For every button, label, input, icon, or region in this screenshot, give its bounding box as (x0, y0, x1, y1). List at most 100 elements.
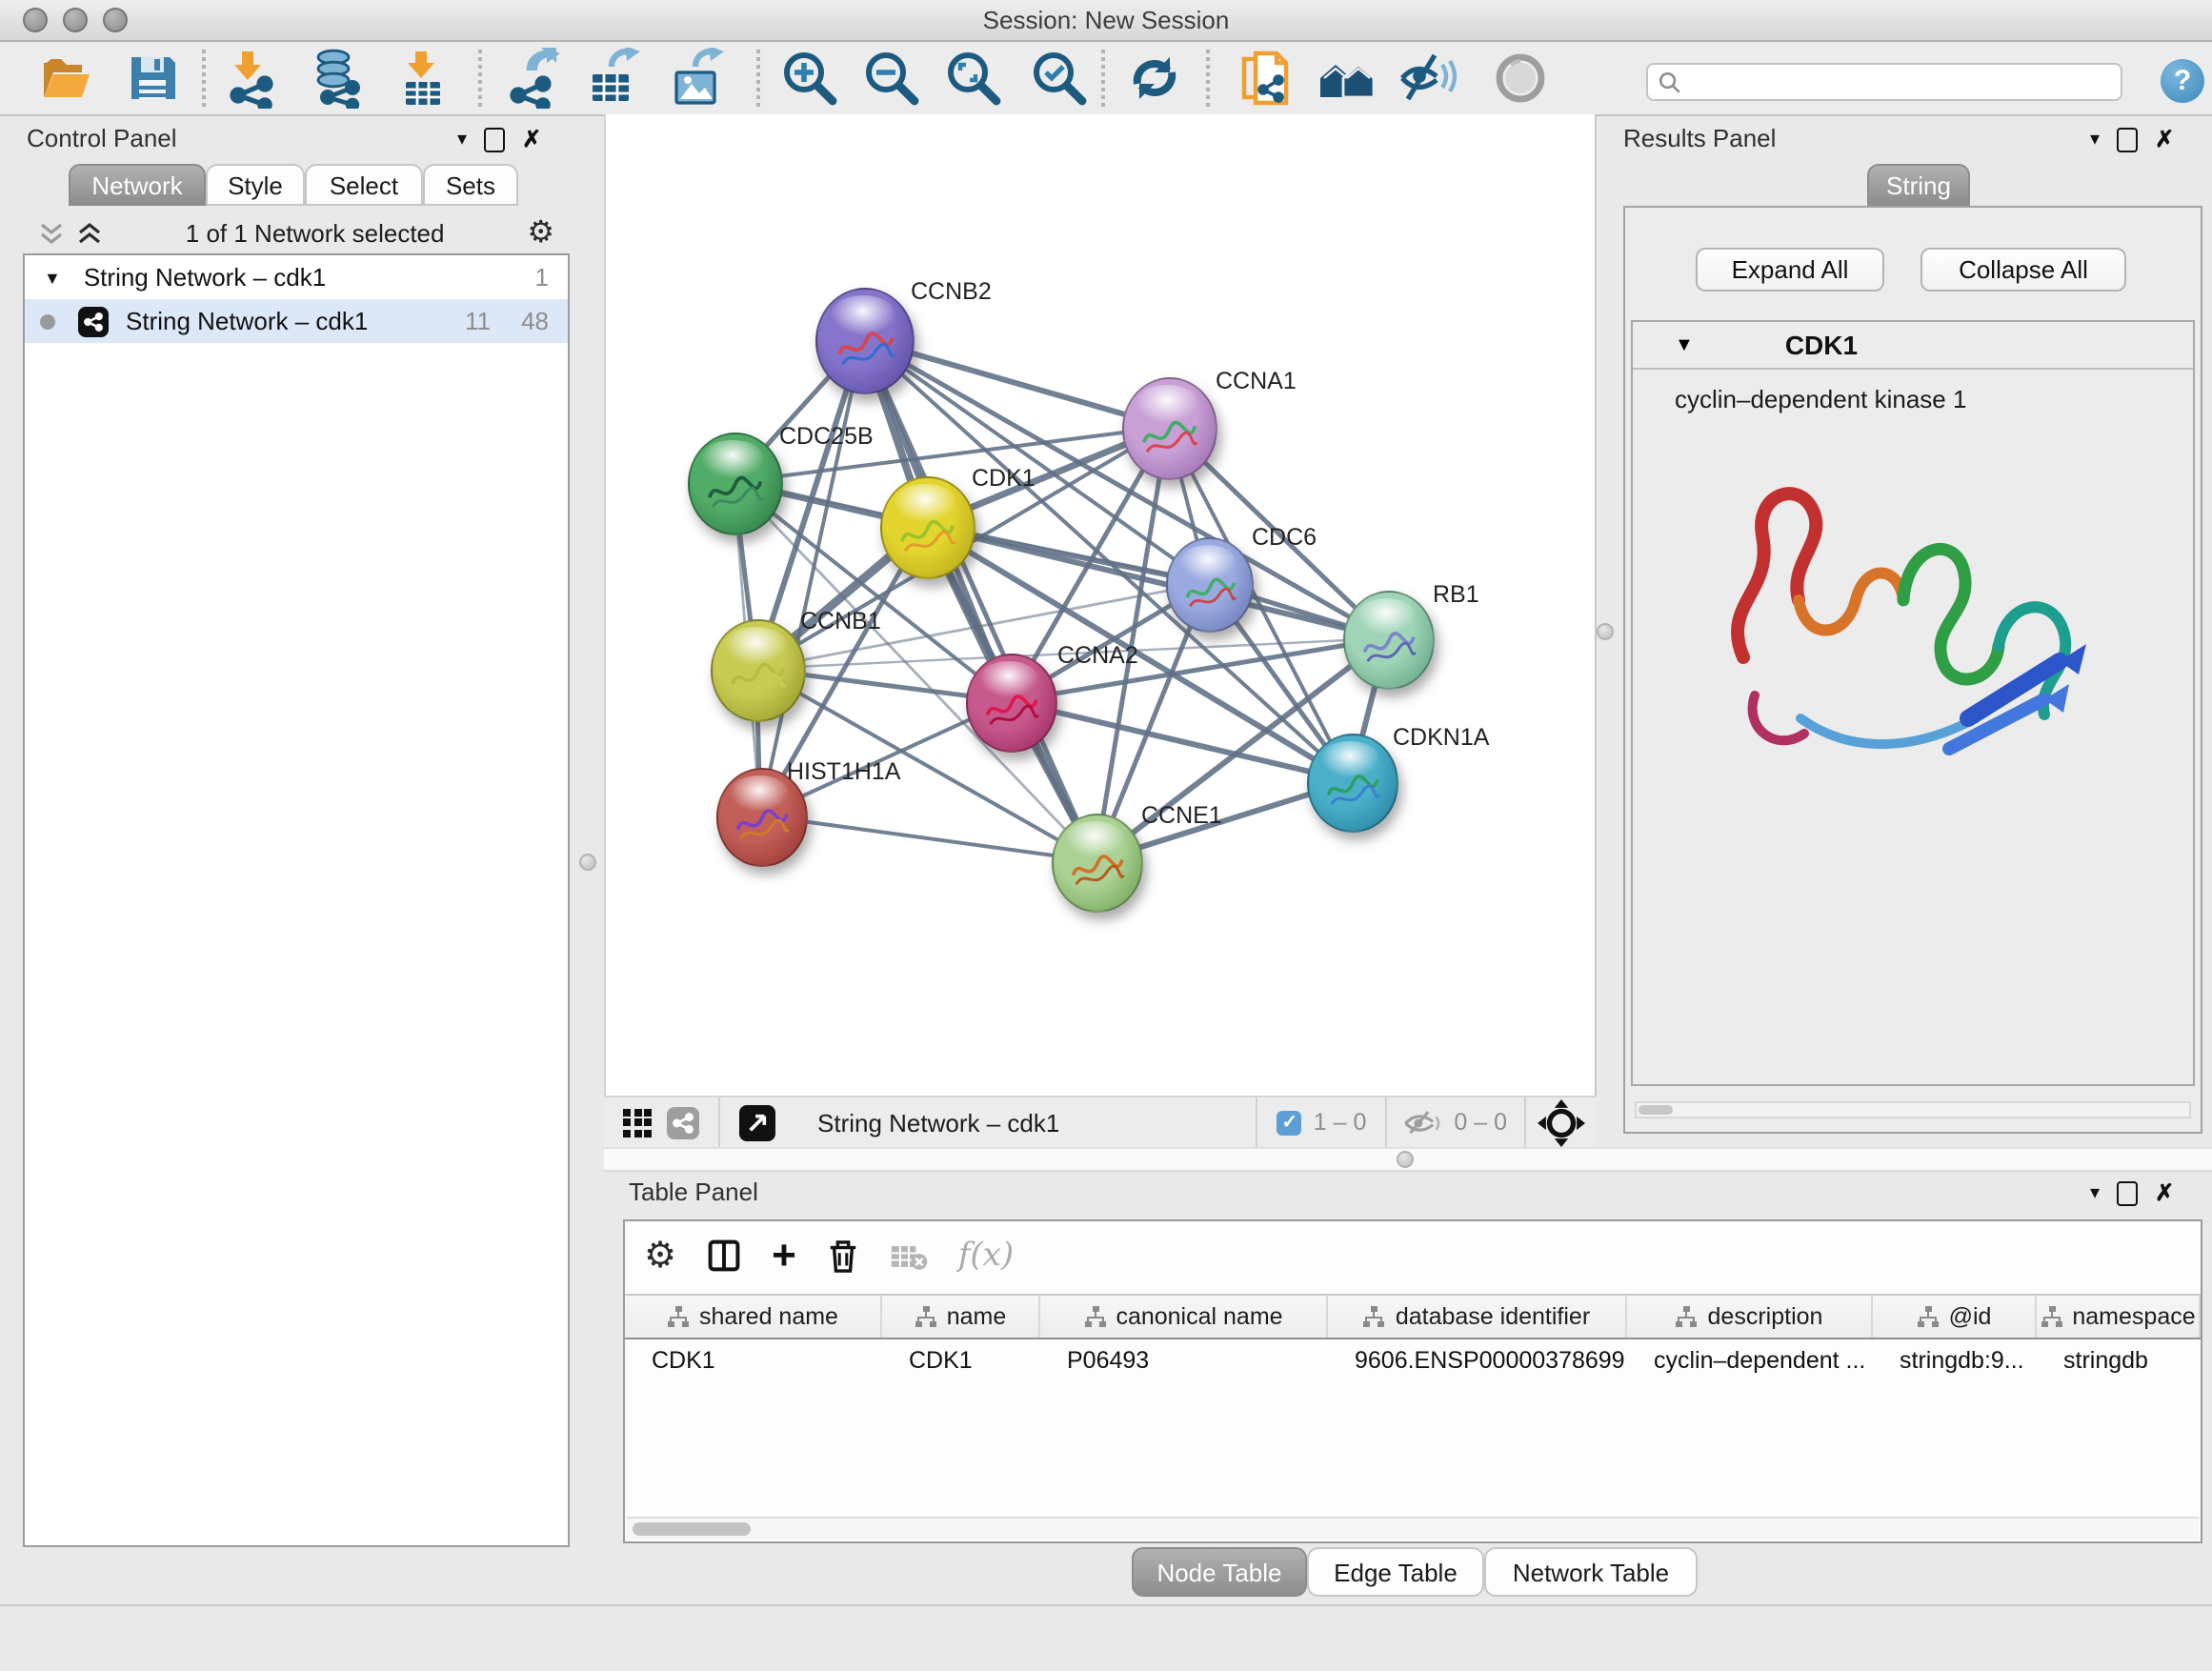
network-node-RB1[interactable] (1343, 591, 1435, 689)
panel-menu-icon[interactable]: ▾ (2090, 1182, 2100, 1203)
network-node-CDK1[interactable] (880, 476, 975, 579)
gear-icon[interactable]: ⚙ (527, 218, 554, 249)
panel-close-icon[interactable]: ✗ (522, 126, 541, 152)
control-panel-tab-style[interactable]: Style (206, 164, 305, 206)
table-cell[interactable]: CDK1 (625, 1339, 882, 1381)
zoom-out-icon[interactable] (861, 48, 922, 109)
network-node-CDKN1A[interactable] (1307, 734, 1398, 832)
delete-column-icon[interactable] (827, 1238, 859, 1274)
panel-float-icon[interactable] (2117, 1180, 2138, 1205)
table-cell[interactable]: stringdb:9... (1873, 1339, 2037, 1381)
panel-float-icon[interactable] (2117, 127, 2138, 151)
network-node-CCNB1[interactable] (711, 619, 806, 722)
import-network-from-database-icon[interactable] (309, 48, 370, 109)
network-node-CCNB2[interactable] (815, 288, 915, 394)
right-divider-handle[interactable] (1597, 623, 1614, 640)
birds-eye-view-icon[interactable] (623, 1108, 652, 1137)
show-columns-icon[interactable] (707, 1238, 741, 1273)
column-header-name[interactable]: name (882, 1296, 1040, 1338)
panel-menu-icon[interactable]: ▾ (2090, 129, 2100, 150)
disclosure-triangle-icon[interactable]: ▼ (1675, 334, 1694, 355)
function-builder-icon[interactable]: f(x) (958, 1237, 1014, 1275)
export-table-icon[interactable] (581, 48, 642, 109)
table-settings-icon[interactable]: ⚙ (644, 1238, 676, 1274)
table-cell[interactable]: cyclin–dependent ... (1627, 1339, 1873, 1381)
control-panel-tab-network[interactable]: Network (69, 164, 206, 206)
panel-close-icon[interactable]: ✗ (2155, 1179, 2174, 1206)
network-collection-row[interactable]: ▼ String Network – cdk1 1 (25, 255, 568, 299)
protein-structure-image (1686, 429, 2143, 829)
show-all-panels-icon[interactable] (1317, 48, 1377, 109)
results-scrollbar-thumb[interactable] (1639, 1105, 1673, 1115)
hide-panels-icon[interactable] (1397, 48, 1458, 109)
network-node-CCNE1[interactable] (1052, 814, 1143, 912)
panel-menu-icon[interactable]: ▾ (457, 129, 467, 150)
open-session-icon[interactable] (36, 48, 97, 109)
export-network-icon[interactable] (503, 48, 564, 109)
expand-all-icon[interactable] (76, 221, 103, 246)
column-header-description[interactable]: description (1627, 1296, 1873, 1338)
network-node-CDC6[interactable] (1166, 537, 1254, 632)
table-tab-node-table[interactable]: Node Table (1132, 1547, 1307, 1597)
import-network-icon[interactable] (223, 48, 284, 109)
network-node-CDC25B[interactable] (688, 433, 783, 535)
table-panel-title: Table Panel (629, 1178, 758, 1206)
left-divider-handle[interactable] (579, 854, 596, 871)
column-header-namespace[interactable]: namespace (2037, 1296, 2201, 1338)
control-panel-tab-sets[interactable]: Sets (423, 164, 518, 206)
table-scrollbar-thumb[interactable] (633, 1522, 751, 1536)
search-input[interactable] (1682, 65, 2121, 99)
help-icon[interactable]: ? (2161, 59, 2204, 103)
table-cell[interactable]: CDK1 (882, 1339, 1040, 1381)
network-node-CCNA1[interactable] (1122, 377, 1217, 480)
selected-nodes-checkbox[interactable]: ✓ (1277, 1110, 1302, 1135)
table-cell[interactable]: 9606.ENSP00000378699 (1328, 1339, 1627, 1381)
node-table-container: ⚙ + f(x) shared namenamecanonical nameda… (623, 1219, 2202, 1543)
add-column-icon[interactable]: + (772, 1238, 796, 1273)
open-in-new-window-icon[interactable] (739, 1104, 775, 1140)
network-collection-count: 1 (535, 263, 549, 292)
results-panel-tab-string[interactable]: String (1867, 164, 1970, 206)
network-node-label: CCNE1 (1141, 802, 1222, 829)
control-panel-tabs: NetworkStyleSelectSets (69, 164, 518, 206)
export-image-icon[interactable] (667, 48, 728, 109)
zoom-fit-content-icon[interactable] (943, 48, 1004, 109)
show-panel-icon[interactable] (1490, 48, 1551, 109)
hidden-elements-icon (1402, 1108, 1444, 1137)
zoom-selected-icon[interactable] (1029, 48, 1090, 109)
table-tab-network-table[interactable]: Network Table (1484, 1547, 1698, 1597)
column-header--id[interactable]: @id (1873, 1296, 2037, 1338)
collapse-all-button[interactable]: Collapse All (1920, 248, 2126, 292)
control-panel-tab-select[interactable]: Select (305, 164, 423, 206)
toolbar-separator (1206, 50, 1210, 107)
network-row[interactable]: String Network – cdk1 11 48 (25, 299, 568, 343)
table-cell[interactable]: stringdb (2037, 1339, 2201, 1381)
column-header-shared-name[interactable]: shared name (625, 1296, 882, 1338)
pan-crosshair-icon[interactable] (1538, 1098, 1585, 1146)
table-scrollbar[interactable] (627, 1517, 2199, 1540)
splitter-handle[interactable] (1397, 1151, 1414, 1168)
search-box[interactable] (1646, 63, 2122, 101)
network-canvas[interactable]: CCNB2CCNA1CDC25BCDK1CDC6RB1CCNB1CCNA2CDK… (604, 114, 1597, 1096)
copy-network-icon[interactable] (1237, 48, 1297, 109)
save-session-icon[interactable] (122, 48, 183, 109)
column-header-database-identifier[interactable]: database identifier (1328, 1296, 1627, 1338)
network-overview-icon[interactable] (667, 1106, 699, 1138)
results-scrollbar[interactable] (1635, 1101, 2191, 1118)
disclosure-triangle-icon[interactable]: ▼ (44, 268, 61, 287)
panel-float-icon[interactable] (484, 127, 505, 151)
network-node-CCNA2[interactable] (966, 654, 1057, 752)
control-panel-header-icons: ▾ ✗ (457, 126, 575, 152)
panel-close-icon[interactable]: ✗ (2155, 126, 2174, 152)
table-cell[interactable]: P06493 (1040, 1339, 1328, 1381)
import-table-icon[interactable] (392, 48, 453, 109)
delete-table-icon[interactable] (890, 1241, 928, 1270)
table-row[interactable]: CDK1CDK1P064939606.ENSP00000378699cyclin… (625, 1339, 2201, 1381)
column-header-canonical-name[interactable]: canonical name (1040, 1296, 1328, 1338)
collapse-all-icon[interactable] (38, 221, 65, 246)
zoom-in-icon[interactable] (779, 48, 840, 109)
gene-section-header[interactable]: ▼ CDK1 (1633, 322, 2193, 370)
expand-all-button[interactable]: Expand All (1696, 248, 1884, 292)
table-tab-edge-table[interactable]: Edge Table (1307, 1547, 1484, 1597)
refresh-icon[interactable] (1124, 48, 1185, 109)
